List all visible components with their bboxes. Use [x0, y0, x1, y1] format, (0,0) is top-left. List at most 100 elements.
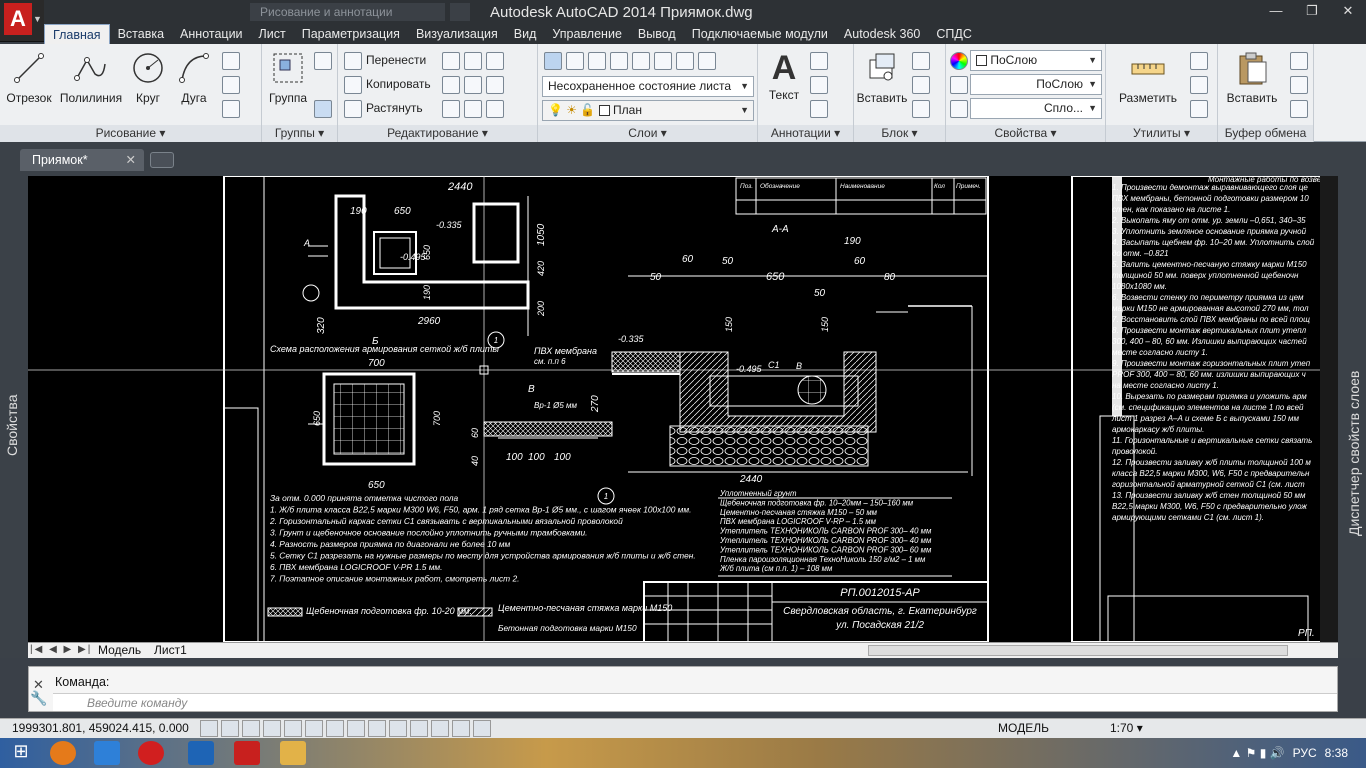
- file-tab[interactable]: Приямок* ✕: [20, 149, 144, 171]
- workspace-selector[interactable]: Рисование и аннотации: [250, 3, 445, 21]
- 3dosnap-toggle-icon[interactable]: [305, 720, 323, 737]
- layer-icon[interactable]: [698, 51, 716, 70]
- group-button[interactable]: Группа: [266, 50, 310, 105]
- rectangle-tool[interactable]: [222, 50, 244, 70]
- dimension-tool[interactable]: [810, 50, 832, 70]
- region-tool[interactable]: [222, 98, 244, 118]
- layer-icon[interactable]: [676, 51, 694, 70]
- clock[interactable]: 8:38: [1325, 746, 1348, 760]
- snap-toggle-icon[interactable]: [200, 720, 218, 737]
- stretch-button[interactable]: Растянуть: [344, 98, 423, 118]
- minimize-button[interactable]: —: [1258, 0, 1294, 24]
- ribbon-tab[interactable]: Подключаемые модули: [684, 24, 836, 44]
- ribbon-tab[interactable]: Вид: [506, 24, 545, 44]
- select-all-tool[interactable]: [1190, 74, 1212, 94]
- hatch-tool[interactable]: [222, 74, 244, 94]
- layer-combo[interactable]: 💡 ☀ 🔓 План ▼: [542, 100, 754, 121]
- line-button[interactable]: Отрезок: [4, 50, 54, 105]
- new-tab-button[interactable]: [150, 152, 174, 168]
- lineweight-toggle-icon[interactable]: [389, 720, 407, 737]
- opera-icon[interactable]: [138, 741, 164, 765]
- panel-block-title[interactable]: Блок ▾: [854, 125, 945, 142]
- application-menu-button[interactable]: A ▼: [0, 0, 44, 42]
- lineweight-combo[interactable]: ПоСлою ▼: [970, 74, 1102, 95]
- sc-toggle-icon[interactable]: [452, 720, 470, 737]
- command-input[interactable]: Введите команду: [53, 693, 1337, 711]
- color-combo[interactable]: ПоСлою ▼: [970, 50, 1102, 71]
- horizontal-scrollbar[interactable]: [868, 645, 1288, 656]
- layer-manager-palette-collapsed[interactable]: Диспетчер свойств слоев: [1338, 176, 1366, 658]
- edit-block-tool[interactable]: [912, 74, 934, 94]
- maximize-button[interactable]: ❐: [1294, 0, 1330, 24]
- dyn-toggle-icon[interactable]: [368, 720, 386, 737]
- block-attribute-tool[interactable]: [912, 98, 934, 118]
- ungroup-tool[interactable]: [314, 50, 336, 70]
- copy-clip-tool[interactable]: [1290, 74, 1312, 94]
- panel-draw-title[interactable]: Рисование ▾: [0, 125, 261, 142]
- ribbon-tab[interactable]: Лист: [251, 24, 294, 44]
- annotation-scale[interactable]: 1:70 ▾: [1110, 721, 1143, 735]
- drawing-canvas[interactable]: 2440 650 190 -0.335 -0.495 650 190 320 2960 1050 4…: [28, 176, 1338, 642]
- leader-tool[interactable]: [810, 74, 832, 94]
- layer-icon[interactable]: [610, 51, 628, 70]
- insert-block-button[interactable]: Вставить: [856, 50, 908, 105]
- ribbon-tab[interactable]: Аннотации: [172, 24, 250, 44]
- panel-clipboard-title[interactable]: Буфер обмена: [1218, 125, 1313, 142]
- polar-toggle-icon[interactable]: [263, 720, 281, 737]
- layer-state-combo[interactable]: Несохраненное состояние листа ▼: [542, 76, 754, 97]
- layout-tab-model[interactable]: Модель: [98, 643, 141, 658]
- outlook-icon[interactable]: [188, 741, 214, 765]
- panel-annotations-title[interactable]: Аннотации ▾: [758, 125, 853, 142]
- calculator-app-icon[interactable]: [94, 741, 120, 765]
- table-tool[interactable]: [810, 98, 832, 118]
- model-space-toggle[interactable]: МОДЕЛЬ: [998, 721, 1049, 735]
- quick-access-dropdown[interactable]: [450, 3, 470, 21]
- app-2-icon[interactable]: [50, 741, 76, 765]
- am-toggle-icon[interactable]: [473, 720, 491, 737]
- scale-tool[interactable]: [442, 98, 508, 118]
- group-select-tool[interactable]: [314, 98, 336, 118]
- paste-button[interactable]: Вставить: [1224, 50, 1280, 105]
- panel-modify-title[interactable]: Редактирование ▾: [338, 125, 537, 142]
- wrench-icon[interactable]: 🔧: [30, 690, 50, 710]
- create-block-tool[interactable]: [912, 50, 934, 70]
- ribbon-tab[interactable]: Autodesk 360: [836, 24, 928, 44]
- layer-icon[interactable]: [654, 51, 672, 70]
- tray-icons[interactable]: ▲ ⚑ ▮ 🔊: [1230, 746, 1284, 760]
- quick-select-tool[interactable]: [1190, 50, 1212, 70]
- coordinates-readout[interactable]: 1999301.801, 459024.415, 0.000: [12, 721, 189, 735]
- windows-start-icon[interactable]: ⊞: [8, 741, 34, 765]
- ortho-toggle-icon[interactable]: [242, 720, 260, 737]
- panel-layers-title[interactable]: Слои ▾: [538, 125, 757, 142]
- copy-button[interactable]: Копировать: [344, 74, 431, 94]
- paste-special-tool[interactable]: [1290, 98, 1312, 118]
- match-properties-tool[interactable]: [950, 50, 972, 70]
- linetype-combo[interactable]: Спло... ▼: [970, 98, 1102, 119]
- layer-icon[interactable]: [588, 51, 606, 70]
- layout-tab-sheet1[interactable]: Лист1: [154, 643, 187, 658]
- mirror-tool[interactable]: [442, 74, 508, 94]
- osnap-toggle-icon[interactable]: [284, 720, 302, 737]
- cut-tool[interactable]: [1290, 50, 1312, 70]
- panel-groups-title[interactable]: Группы ▾: [262, 125, 337, 142]
- text-button[interactable]: A Текст: [764, 50, 804, 102]
- autocad-taskbar-icon[interactable]: [234, 741, 260, 765]
- explorer-icon[interactable]: [280, 741, 306, 765]
- close-icon[interactable]: ✕: [126, 149, 136, 171]
- vertical-scrollbar[interactable]: [1320, 176, 1338, 642]
- language-indicator[interactable]: РУС: [1293, 746, 1317, 760]
- layer-properties-icon[interactable]: [544, 51, 562, 70]
- arc-button[interactable]: Дуга: [174, 50, 214, 105]
- ribbon-tab[interactable]: Параметризация: [294, 24, 408, 44]
- grid-toggle-icon[interactable]: [221, 720, 239, 737]
- panel-utilities-title[interactable]: Утилиты ▾: [1106, 125, 1217, 142]
- measure-button[interactable]: Разметить: [1114, 50, 1182, 105]
- calculator-tool[interactable]: [1190, 98, 1212, 118]
- layer-icon[interactable]: [632, 51, 650, 70]
- ribbon-tab[interactable]: Визуализация: [408, 24, 506, 44]
- panel-properties-title[interactable]: Свойства ▾: [946, 125, 1105, 142]
- ribbon-tab[interactable]: Управление: [544, 24, 630, 44]
- close-button[interactable]: ✕: [1330, 0, 1366, 24]
- rotate-tool[interactable]: [442, 50, 508, 70]
- circle-button[interactable]: Круг: [128, 50, 168, 105]
